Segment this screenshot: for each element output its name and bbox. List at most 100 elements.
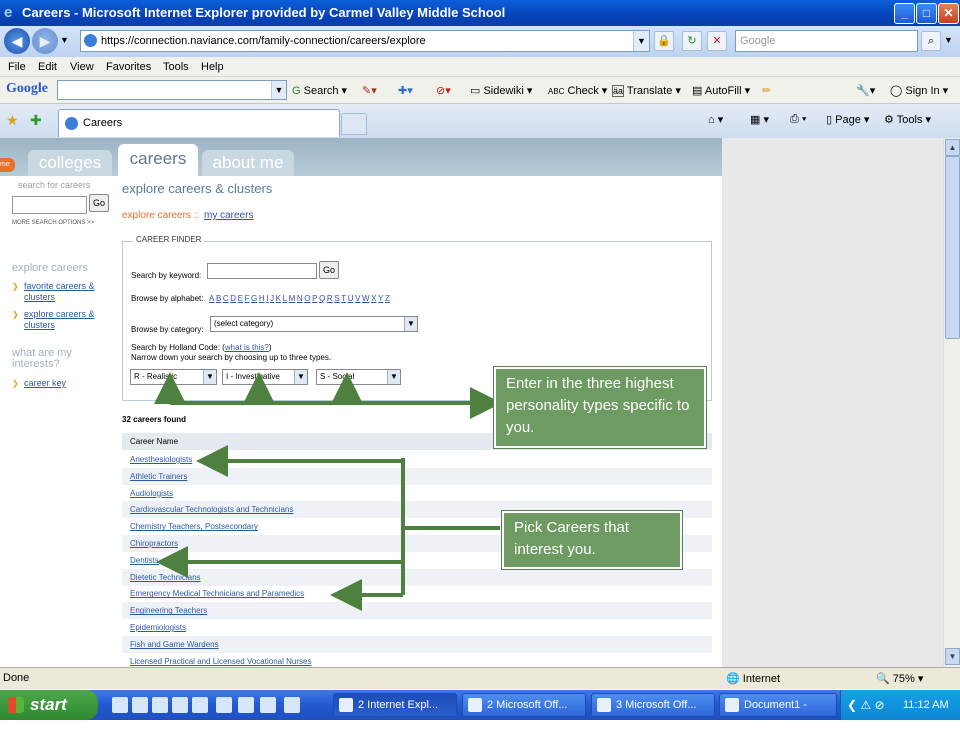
task-microsoft-office-1[interactable]: 2 Microsoft Off... bbox=[462, 693, 586, 717]
alphabet-link[interactable]: D bbox=[230, 294, 236, 303]
menu-file[interactable]: File bbox=[8, 61, 26, 73]
sidebar-link-favorite-careers[interactable]: favorite careers & clusters bbox=[24, 281, 104, 303]
career-link[interactable]: Licensed Practical and Licensed Vocation… bbox=[130, 657, 311, 666]
sidewiki-button[interactable]: ▭ Sidewiki ▾ bbox=[470, 84, 532, 97]
alphabet-link[interactable]: G bbox=[251, 294, 257, 303]
what-is-this-link[interactable]: what is this? bbox=[225, 343, 269, 352]
alphabet-link[interactable]: C bbox=[223, 294, 229, 303]
menu-tools[interactable]: Tools bbox=[163, 61, 189, 73]
quicklaunch-word-icon[interactable] bbox=[260, 697, 276, 713]
menu-edit[interactable]: Edit bbox=[38, 61, 57, 73]
scroll-down-icon[interactable]: ▼ bbox=[945, 648, 960, 665]
plus-icon[interactable]: ✚▾ bbox=[398, 84, 413, 97]
sidebar-link-career-key[interactable]: career key bbox=[24, 378, 66, 389]
keyword-go-button[interactable]: Go bbox=[319, 261, 339, 279]
holland-type-1-select[interactable]: R - Realistic ▼ bbox=[130, 369, 217, 385]
career-link[interactable]: Chiropractors bbox=[130, 539, 178, 548]
task-microsoft-office-2[interactable]: 3 Microsoft Off... bbox=[591, 693, 715, 717]
career-link[interactable]: Chemistry Teachers, Postsecondary bbox=[130, 522, 258, 531]
career-link[interactable]: Engineering Teachers bbox=[130, 606, 207, 615]
forward-button[interactable]: ▶ bbox=[32, 28, 58, 54]
career-link[interactable]: Emergency Medical Technicians and Parame… bbox=[130, 589, 304, 598]
alphabet-link[interactable]: T bbox=[341, 294, 346, 303]
home-icon[interactable]: ⌂ ▾ bbox=[708, 113, 723, 126]
search-icon[interactable]: ⌕ bbox=[921, 31, 941, 51]
close-button[interactable]: ✕ bbox=[938, 3, 959, 24]
stop-icon[interactable]: ✕ bbox=[707, 31, 727, 51]
quicklaunch-ie-icon[interactable] bbox=[112, 697, 128, 713]
alphabet-link[interactable]: V bbox=[355, 294, 360, 303]
wrench-icon[interactable]: 🔧▾ bbox=[856, 84, 875, 97]
alphabet-link[interactable]: X bbox=[371, 294, 376, 303]
pencil-icon[interactable]: ✏ bbox=[762, 84, 771, 97]
alphabet-link[interactable]: J bbox=[270, 294, 274, 303]
career-link[interactable]: Dietetic Technicians bbox=[130, 573, 201, 582]
career-link[interactable]: Fish and Game Wardens bbox=[130, 640, 219, 649]
holland-type-3-select[interactable]: S - Social ▼ bbox=[316, 369, 401, 385]
quicklaunch-excel-icon[interactable] bbox=[216, 697, 232, 713]
new-tab-button[interactable] bbox=[341, 113, 367, 135]
scroll-up-icon[interactable]: ▲ bbox=[945, 139, 960, 156]
zoom-control[interactable]: 🔍 75% ▾ bbox=[876, 672, 923, 685]
tab-careers-site[interactable]: careers bbox=[118, 144, 198, 176]
menu-favorites[interactable]: Favorites bbox=[106, 61, 151, 73]
home-tab[interactable]: me bbox=[0, 158, 15, 172]
holland-type-2-select[interactable]: I - Investigative ▼ bbox=[222, 369, 308, 385]
alphabet-link[interactable]: S bbox=[334, 294, 339, 303]
quicklaunch-desktop-icon[interactable] bbox=[152, 697, 168, 713]
google-dropdown-icon[interactable]: ▼ bbox=[271, 81, 286, 99]
address-bar[interactable]: https://connection.naviance.com/family-c… bbox=[80, 30, 650, 52]
quicklaunch-publisher-icon[interactable] bbox=[172, 697, 188, 713]
quicklaunch-outlook-icon[interactable] bbox=[132, 697, 148, 713]
career-link[interactable]: Epidemiologists bbox=[130, 623, 186, 632]
task-internet-explorer[interactable]: 2 Internet Expl... bbox=[333, 693, 457, 717]
alphabet-link[interactable]: A bbox=[209, 294, 214, 303]
alphabet-link[interactable]: I bbox=[266, 294, 268, 303]
menu-help[interactable]: Help bbox=[201, 61, 224, 73]
alphabet-link[interactable]: P bbox=[312, 294, 317, 303]
page-menu[interactable]: ▯ Page ▾ bbox=[826, 113, 869, 126]
sidebar-search-input[interactable] bbox=[12, 196, 87, 214]
keyword-input[interactable] bbox=[207, 263, 317, 279]
feeds-icon[interactable]: ▦ ▾ bbox=[750, 113, 769, 126]
career-link[interactable]: Dentists bbox=[130, 556, 159, 565]
search-input[interactable]: Google bbox=[735, 30, 918, 52]
quicklaunch-app-icon[interactable] bbox=[284, 697, 300, 713]
category-select[interactable]: (select category) ▼ bbox=[210, 316, 418, 332]
alphabet-link[interactable]: R bbox=[327, 294, 333, 303]
maximize-button[interactable]: □ bbox=[916, 3, 937, 24]
google-search-button[interactable]: G Search ▾ bbox=[292, 84, 347, 97]
tab-colleges[interactable]: colleges bbox=[28, 150, 112, 176]
career-link[interactable]: Cardiovascular Technologists and Technic… bbox=[130, 505, 293, 514]
check-button[interactable]: ABC Check ▾ bbox=[548, 84, 607, 97]
favorites-star-icon[interactable]: ★ bbox=[6, 112, 19, 129]
alphabet-link[interactable]: M bbox=[289, 294, 296, 303]
signin-button[interactable]: ◯ Sign In ▾ bbox=[890, 84, 948, 97]
alphabet-link[interactable]: Y bbox=[378, 294, 383, 303]
address-dropdown-icon[interactable]: ▼ bbox=[633, 31, 649, 51]
alphabet-link[interactable]: F bbox=[245, 294, 250, 303]
tray-icons[interactable]: ❮ ⚠ ⊘ bbox=[847, 690, 885, 720]
lock-icon[interactable]: 🔒 bbox=[654, 31, 674, 51]
add-favorites-icon[interactable]: ✚ bbox=[30, 112, 42, 129]
alphabet-link[interactable]: U bbox=[348, 294, 354, 303]
my-careers-link[interactable]: my careers bbox=[204, 210, 253, 221]
sidebar-go-button[interactable]: Go bbox=[89, 194, 109, 212]
refresh-icon[interactable]: ↻ bbox=[682, 31, 702, 51]
tab-about-me[interactable]: about me bbox=[202, 150, 294, 176]
alphabet-link[interactable]: O bbox=[304, 294, 310, 303]
google-search-box[interactable]: ▼ bbox=[57, 80, 287, 100]
back-button[interactable]: ◀ bbox=[4, 28, 30, 54]
tools-menu[interactable]: ⚙ Tools ▾ bbox=[884, 113, 931, 126]
alphabet-link[interactable]: E bbox=[238, 294, 243, 303]
scroll-thumb[interactable] bbox=[945, 156, 960, 339]
career-link[interactable]: Athletic Trainers bbox=[130, 472, 187, 481]
bookmark-icon[interactable]: ✎▾ bbox=[362, 84, 377, 97]
alphabet-link[interactable]: Z bbox=[385, 294, 390, 303]
start-button[interactable]: start bbox=[0, 690, 98, 720]
alphabet-link[interactable]: L bbox=[283, 294, 287, 303]
alphabet-link[interactable]: K bbox=[276, 294, 281, 303]
search-options-icon[interactable]: ▼ bbox=[944, 35, 953, 45]
career-link[interactable]: Anesthesiologists bbox=[130, 455, 192, 464]
sidebar-link-explore-careers[interactable]: explore careers & clusters bbox=[24, 309, 104, 331]
